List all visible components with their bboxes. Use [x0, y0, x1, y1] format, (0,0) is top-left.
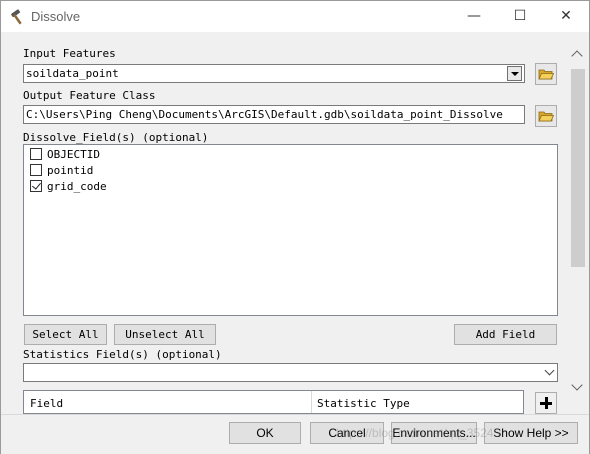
output-feature-class-value: C:\Users\Ping Cheng\Documents\ArcGIS\Def…	[26, 108, 503, 121]
input-features-value: soildata_point	[26, 67, 119, 80]
ok-button[interactable]: OK	[229, 422, 301, 444]
dialog-footer: OK Cancel Environments... Show Help >>	[1, 414, 589, 454]
output-feature-class-label: Output Feature Class	[23, 89, 156, 102]
field-name: OBJECTID	[47, 148, 100, 161]
list-item[interactable]: pointid	[30, 164, 93, 179]
select-all-button[interactable]: Select All	[24, 324, 107, 345]
add-field-button[interactable]: Add Field	[454, 324, 557, 345]
field-name: grid_code	[47, 180, 107, 193]
close-button[interactable]: ✕	[543, 1, 589, 32]
scrollbar-thumb[interactable]	[571, 69, 585, 267]
maximize-icon: ☐	[513, 8, 527, 24]
checkbox-grid-code[interactable]	[30, 180, 42, 192]
unselect-all-button[interactable]: Unselect All	[114, 324, 216, 345]
title-bar: Dissolve — ☐ ✕	[1, 1, 589, 32]
scroll-down-icon[interactable]	[571, 379, 583, 391]
field-name: pointid	[47, 164, 94, 177]
dissolve-fields-label: Dissolve_Field(s) (optional)	[23, 131, 209, 144]
input-features-combo[interactable]: soildata_point	[23, 64, 525, 83]
window-title: Dissolve	[31, 9, 81, 24]
add-statistic-button[interactable]	[535, 392, 557, 414]
hammer-icon	[9, 8, 27, 26]
watermark-text: https://blog.csdn.net/qq_35245	[336, 426, 501, 440]
input-features-label: Input Features	[23, 47, 116, 60]
statistics-field-combo[interactable]	[23, 363, 558, 382]
folder-open-icon	[538, 111, 555, 122]
minimize-icon: —	[467, 8, 481, 24]
chevron-down-icon	[544, 365, 555, 376]
list-item[interactable]: OBJECTID	[30, 148, 100, 163]
input-features-browse-button[interactable]	[535, 63, 557, 85]
column-header-statistic-type: Statistic Type	[317, 397, 410, 410]
output-feature-class-input[interactable]: C:\Users\Ping Cheng\Documents\ArcGIS\Def…	[23, 105, 525, 124]
folder-open-icon	[538, 69, 555, 80]
dissolve-dialog: Dissolve — ☐ ✕ Input Features soildata_p…	[0, 0, 590, 454]
list-item[interactable]: grid_code	[30, 180, 107, 195]
column-divider	[311, 391, 312, 413]
scroll-up-icon[interactable]	[571, 50, 583, 62]
statistics-fields-label: Statistics Field(s) (optional)	[23, 348, 222, 361]
minimize-button[interactable]: —	[451, 1, 497, 32]
checkbox-pointid[interactable]	[30, 164, 42, 176]
input-features-dropdown-button[interactable]	[507, 66, 522, 81]
statistics-table: Field Statistic Type	[23, 390, 524, 414]
close-icon: ✕	[560, 8, 572, 24]
vertical-scrollbar[interactable]	[570, 45, 587, 395]
dissolve-fields-list: OBJECTID pointid grid_code	[23, 144, 558, 316]
column-header-field: Field	[30, 397, 64, 410]
maximize-button[interactable]: ☐	[497, 1, 543, 32]
checkbox-objectid[interactable]	[30, 148, 42, 160]
output-feature-class-browse-button[interactable]	[535, 105, 557, 127]
